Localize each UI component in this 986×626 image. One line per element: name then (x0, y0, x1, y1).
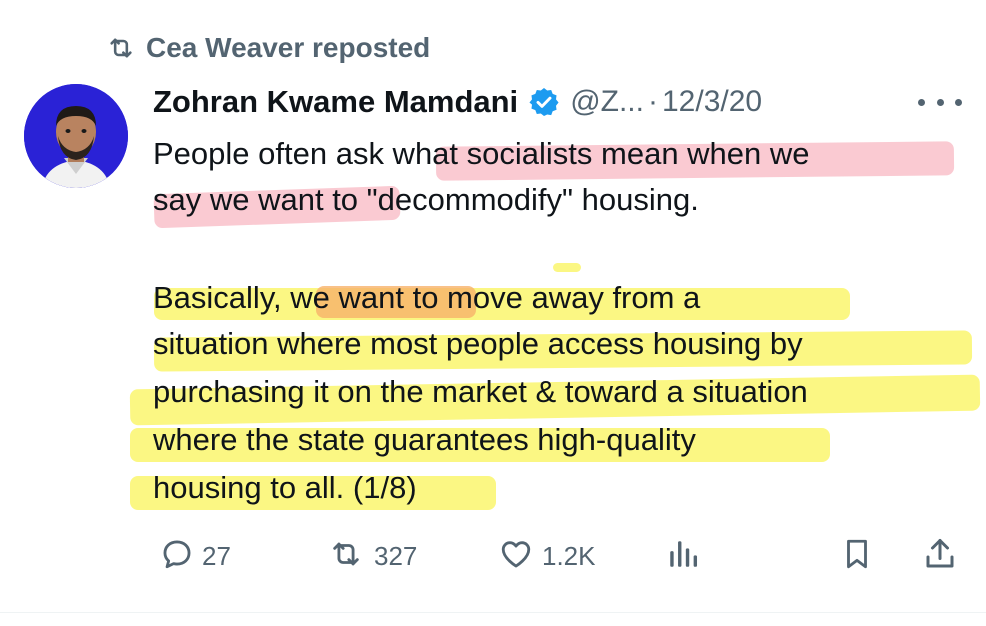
avatar[interactable] (24, 84, 128, 188)
repost-label: Cea Weaver reposted (146, 32, 431, 63)
repost-icon (326, 537, 366, 576)
reply-button[interactable]: 27 (160, 530, 231, 582)
repost-icon (104, 32, 140, 64)
tweet-text-line: purchasing it on the market & toward a s… (153, 374, 808, 409)
verified-badge-icon (528, 86, 560, 118)
author-name[interactable]: Zohran Kwame Mamdani (153, 84, 518, 120)
heart-icon (498, 537, 534, 576)
share-button[interactable] (922, 530, 958, 582)
repost-button[interactable]: 327 (326, 530, 417, 582)
bookmark-button[interactable] (840, 530, 874, 582)
tweet-text-line: Basically, we want to move away from a (153, 280, 701, 315)
repost-count: 327 (374, 540, 418, 571)
like-count: 1.2K (542, 540, 596, 571)
tweet-text-line: where the state guarantees high-quality (153, 422, 696, 457)
views-button[interactable] (666, 530, 700, 582)
tweet-text-line: People often ask what socialists mean wh… (153, 136, 810, 171)
tweet-header: Zohran Kwame Mamdani @Z... · 12/3/20 (153, 80, 762, 124)
reply-icon (160, 537, 194, 576)
highlight-yellow (553, 263, 581, 272)
more-options-icon[interactable] (918, 90, 962, 114)
repost-header[interactable]: Cea Weaver reposted (104, 28, 430, 68)
tweet-text-line: situation where most people access housi… (153, 326, 803, 361)
bookmark-icon (840, 536, 874, 577)
like-button[interactable]: 1.2K (498, 530, 596, 582)
tweet-text-line: housing to all. (1/8) (153, 470, 417, 505)
separator-dot: · (647, 85, 658, 118)
tweet-text-line: say we want to "decommodify" housing. (153, 182, 699, 217)
reply-count: 27 (202, 540, 231, 571)
author-handle[interactable]: @Z... (570, 85, 644, 119)
share-icon (922, 536, 958, 577)
views-chart-icon (666, 537, 700, 576)
divider (0, 612, 986, 613)
action-bar: 27 327 1.2K (0, 530, 986, 582)
tweet-date[interactable]: 12/3/20 (662, 85, 762, 119)
